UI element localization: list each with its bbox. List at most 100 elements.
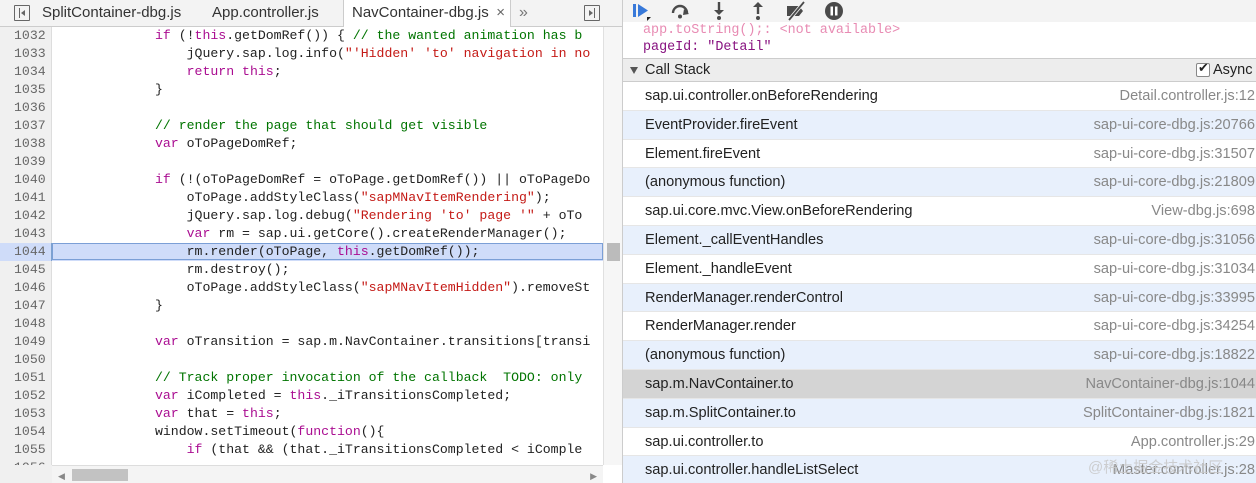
line-number[interactable]: 1033 [0,45,52,63]
line-number[interactable]: 1041 [0,189,52,207]
frame-function-name: sap.m.SplitContainer.to [645,404,796,421]
call-frame[interactable]: RenderManager.render sap-ui-core-dbg.js:3… [623,312,1256,342]
vertical-scroll-thumb[interactable] [607,243,620,261]
toggle-debugger-button[interactable] [584,5,600,21]
call-frame[interactable]: Element._callEventHandles sap-ui-core-dbg… [623,225,1256,255]
code-line[interactable]: 1040 if (!(oToPageDomRef = oToPage.getDo… [0,171,622,189]
call-frame[interactable]: (anonymous function) sap-ui-core-dbg.js:1… [623,341,1256,370]
call-frame[interactable]: sap.ui.core.mvc.View.onBeforeRendering Vi… [623,197,1256,226]
tab-close-icon[interactable]: × [496,0,505,26]
code-line[interactable]: 1044 rm.render(oToPage, this.getDomRef()… [0,243,622,261]
code-text: if (!(oToPageDomRef = oToPage.getDomRef(… [154,172,591,187]
line-number[interactable]: 1035 [0,81,52,99]
code-line[interactable]: 1051 // Track proper invocation of the c… [0,369,622,387]
code-line[interactable]: 1032 if (!this.getDomRef()) { // the wan… [0,27,622,45]
line-number[interactable]: 1032 [0,27,52,45]
code-line[interactable]: 1034 return this; [0,63,622,81]
line-number[interactable]: 1038 [0,135,52,153]
line-number[interactable]: 1039 [0,153,52,171]
line-number[interactable]: 1040 [0,171,52,189]
call-frame[interactable]: sap.m.NavContainer.to NavContainer-dbg.js… [623,369,1256,399]
call-frame[interactable]: (anonymous function) sap-ui-core-dbg.js:2… [623,168,1256,198]
line-number[interactable]: 1046 [0,279,52,297]
call-frame[interactable]: RenderManager.renderControl sap-ui-core-d… [623,283,1256,313]
frame-location-link[interactable]: sap-ui-core-dbg.js:18822 [1094,341,1255,369]
code-line[interactable]: 1046 oToPage.addStyleClass("sapMNavItemH… [0,279,622,297]
frame-location-link[interactable]: View-dbg.js:698 [1151,197,1255,225]
line-number[interactable]: 1042 [0,207,52,225]
frame-location-link[interactable]: sap-ui-core-dbg.js:20766 [1094,111,1255,139]
step-out-icon[interactable] [748,1,768,21]
horizontal-scrollbar[interactable]: ◀ ▶ [52,465,603,483]
line-number[interactable]: 1052 [0,387,52,405]
scroll-left-icon[interactable]: ◀ [58,471,65,482]
code-line[interactable]: 1055 if (that && (that._iTransitionsComp… [0,441,622,459]
async-checkbox[interactable]: ✔ [1196,60,1210,77]
code-line[interactable]: 1035 } [0,81,622,99]
code-line[interactable]: 1049 var oTransition = sap.m.NavContaine… [0,333,622,351]
step-into-icon[interactable] [709,1,729,21]
code-line[interactable]: 1033 jQuery.sap.log.info("'Hidden' 'to' … [0,45,622,63]
code-line[interactable]: 1043 var rm = sap.ui.getCore().createRen… [0,225,622,243]
tab-splitcontainer[interactable]: SplitContainer-dbg.js [42,0,181,26]
line-number[interactable]: 1055 [0,441,52,459]
call-frame[interactable]: Element._handleEvent sap-ui-core-dbg.js:3… [623,255,1256,284]
code-line[interactable]: 1054 window.setTimeout(function(){ [0,423,622,441]
line-number[interactable]: 1054 [0,423,52,441]
line-number[interactable]: 1047 [0,297,52,315]
code-line[interactable]: 1048 [0,315,622,333]
code-line[interactable]: 1045 rm.destroy(); [0,261,622,279]
code-line[interactable]: 1047 } [0,297,622,315]
tab-app-controller[interactable]: App.controller.js [212,0,319,26]
code-line[interactable]: 1053 var that = this; [0,405,622,423]
call-frame[interactable]: Element.fireEvent sap-ui-core-dbg.js:3150… [623,140,1256,169]
frame-location-link[interactable]: App.controller.js:29 [1131,428,1255,456]
line-number[interactable]: 1049 [0,333,52,351]
code-line[interactable]: 1042 jQuery.sap.log.debug("Rendering 'to… [0,207,622,225]
frame-location-link[interactable]: Detail.controller.js:12 [1120,82,1255,110]
deactivate-breakpoints-icon[interactable] [786,1,806,21]
line-number[interactable]: 1037 [0,117,52,135]
horizontal-scroll-thumb[interactable] [72,469,128,481]
code-line[interactable]: 1041 oToPage.addStyleClass("sapMNavItemR… [0,189,622,207]
call-frame[interactable]: sap.ui.controller.to App.controller.js:29 [623,428,1256,457]
vertical-scrollbar[interactable] [603,27,622,465]
frame-location-link[interactable]: SplitContainer-dbg.js:1821 [1083,399,1255,427]
line-number[interactable]: 1048 [0,315,52,333]
call-stack-header[interactable]: Call Stack ✔ Async [623,58,1256,82]
line-number[interactable]: 1051 [0,369,52,387]
async-label[interactable]: Async [1213,59,1253,81]
pause-on-exceptions-icon[interactable] [824,1,844,21]
tab-overflow-icon[interactable]: » [519,0,528,26]
code-area[interactable]: 1032 if (!this.getDomRef()) { // the wan… [0,27,622,465]
code-line[interactable]: 1038 var oToPageDomRef; [0,135,622,153]
call-frame[interactable]: EventProvider.fireEvent sap-ui-core-dbg.j… [623,110,1256,140]
code-line[interactable]: 1039 [0,153,622,171]
code-line[interactable]: 1050 [0,351,622,369]
toggle-navigator-button[interactable] [14,5,30,21]
line-number[interactable]: 1044 [0,243,52,261]
frame-location-link[interactable]: NavContainer-dbg.js:1044 [1085,370,1255,398]
line-number[interactable]: 1050 [0,351,52,369]
frame-location-link[interactable]: sap-ui-core-dbg.js:31034 [1094,255,1255,283]
frame-location-link[interactable]: sap-ui-core-dbg.js:31056 [1094,226,1255,254]
frame-location-link[interactable]: sap-ui-core-dbg.js:31507 [1094,140,1255,168]
step-over-icon[interactable] [670,1,690,21]
frame-location-link[interactable]: sap-ui-core-dbg.js:34254 [1094,312,1255,340]
line-number[interactable]: 1034 [0,63,52,81]
resume-icon[interactable] [631,1,651,21]
line-number[interactable]: 1043 [0,225,52,243]
tab-navcontainer[interactable]: NavContainer-dbg.js × [343,0,511,27]
code-line[interactable]: 1037 // render the page that should get … [0,117,622,135]
line-number[interactable]: 1053 [0,405,52,423]
expand-triangle-icon[interactable] [630,67,638,74]
frame-location-link[interactable]: sap-ui-core-dbg.js:33995 [1094,284,1255,312]
scroll-right-icon[interactable]: ▶ [590,471,597,482]
line-number[interactable]: 1045 [0,261,52,279]
call-frame[interactable]: sap.m.SplitContainer.to SplitContainer-db… [623,398,1256,428]
code-line[interactable]: 1036 [0,99,622,117]
call-frame[interactable]: sap.ui.controller.onBeforeRendering Detai… [623,82,1256,111]
line-number[interactable]: 1036 [0,99,52,117]
code-line[interactable]: 1052 var iCompleted = this._iTransitions… [0,387,622,405]
frame-location-link[interactable]: sap-ui-core-dbg.js:21809 [1094,168,1255,196]
